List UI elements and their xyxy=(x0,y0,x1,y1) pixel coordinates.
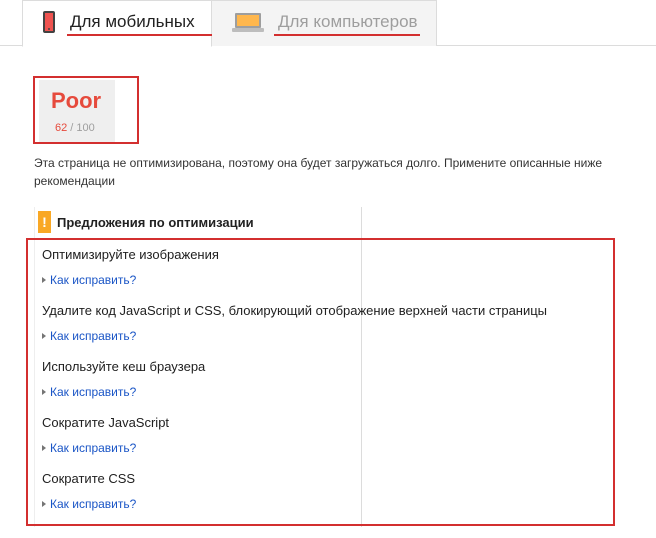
suggestion-title: Используйте кеш браузера xyxy=(42,359,206,374)
how-to-fix-link[interactable]: Как исправить? xyxy=(42,385,136,399)
how-to-fix-link[interactable]: Как исправить? xyxy=(42,497,136,511)
score-value: 62 xyxy=(55,122,68,134)
triangle-right-icon xyxy=(42,444,46,451)
tab-desktop-label: Для компьютеров xyxy=(278,12,418,31)
mobile-phone-icon xyxy=(43,11,55,33)
warning-icon: ! xyxy=(38,211,51,233)
how-to-fix-link[interactable]: Как исправить? xyxy=(42,273,136,287)
suggestion-item: Оптимизируйте изображения Как исправить? xyxy=(42,247,219,287)
score-max: 100 xyxy=(76,122,95,134)
suggestion-item: Удалите код JavaScript и CSS, блокирующи… xyxy=(42,303,548,343)
triangle-right-icon xyxy=(42,332,46,339)
tab-desktop[interactable]: Для компьютеров xyxy=(212,0,437,46)
tab-mobile-underline xyxy=(67,34,213,36)
triangle-right-icon xyxy=(42,276,46,283)
score-box: Poor 62 / 100 xyxy=(33,76,139,144)
tab-desktop-underline xyxy=(274,34,420,36)
suggestion-item: Сократите CSS Как исправить? xyxy=(42,471,136,511)
how-to-fix-label: Как исправить? xyxy=(50,273,137,287)
suggestion-title: Удалите код JavaScript и CSS, блокирующи… xyxy=(42,303,548,318)
suggestions-box: Оптимизируйте изображения Как исправить?… xyxy=(26,238,615,526)
how-to-fix-link[interactable]: Как исправить? xyxy=(42,329,136,343)
suggestion-item: Сократите JavaScript Как исправить? xyxy=(42,415,170,455)
triangle-right-icon xyxy=(42,500,46,507)
page-description: Эта страница не оптимизирована, поэтому … xyxy=(34,156,603,188)
suggestion-title: Оптимизируйте изображения xyxy=(42,247,219,262)
score-rating: Poor xyxy=(51,88,102,113)
how-to-fix-label: Как исправить? xyxy=(50,497,137,511)
score-card: Poor 62 / 100 xyxy=(39,80,115,142)
suggestion-title: Сократите CSS xyxy=(42,471,136,486)
how-to-fix-label: Как исправить? xyxy=(50,329,137,343)
score-value-text: 62 / 100 xyxy=(55,122,95,134)
device-tabbar: Для мобильных Для компьютеров xyxy=(0,0,656,47)
how-to-fix-label: Как исправить? xyxy=(50,441,137,455)
how-to-fix-label: Как исправить? xyxy=(50,385,137,399)
suggestions-title: Предложения по оптимизации xyxy=(57,214,254,230)
suggestions-header: ! Предложения по оптимизации xyxy=(38,211,254,233)
triangle-right-icon xyxy=(42,388,46,395)
tab-mobile-label: Для мобильных xyxy=(70,12,195,31)
suggestion-title: Сократите JavaScript xyxy=(42,415,170,430)
how-to-fix-link[interactable]: Как исправить? xyxy=(42,441,136,455)
suggestion-item: Используйте кеш браузера Как исправить? xyxy=(42,359,206,399)
desktop-monitor-icon xyxy=(232,13,264,32)
tab-mobile[interactable]: Для мобильных xyxy=(22,0,213,47)
